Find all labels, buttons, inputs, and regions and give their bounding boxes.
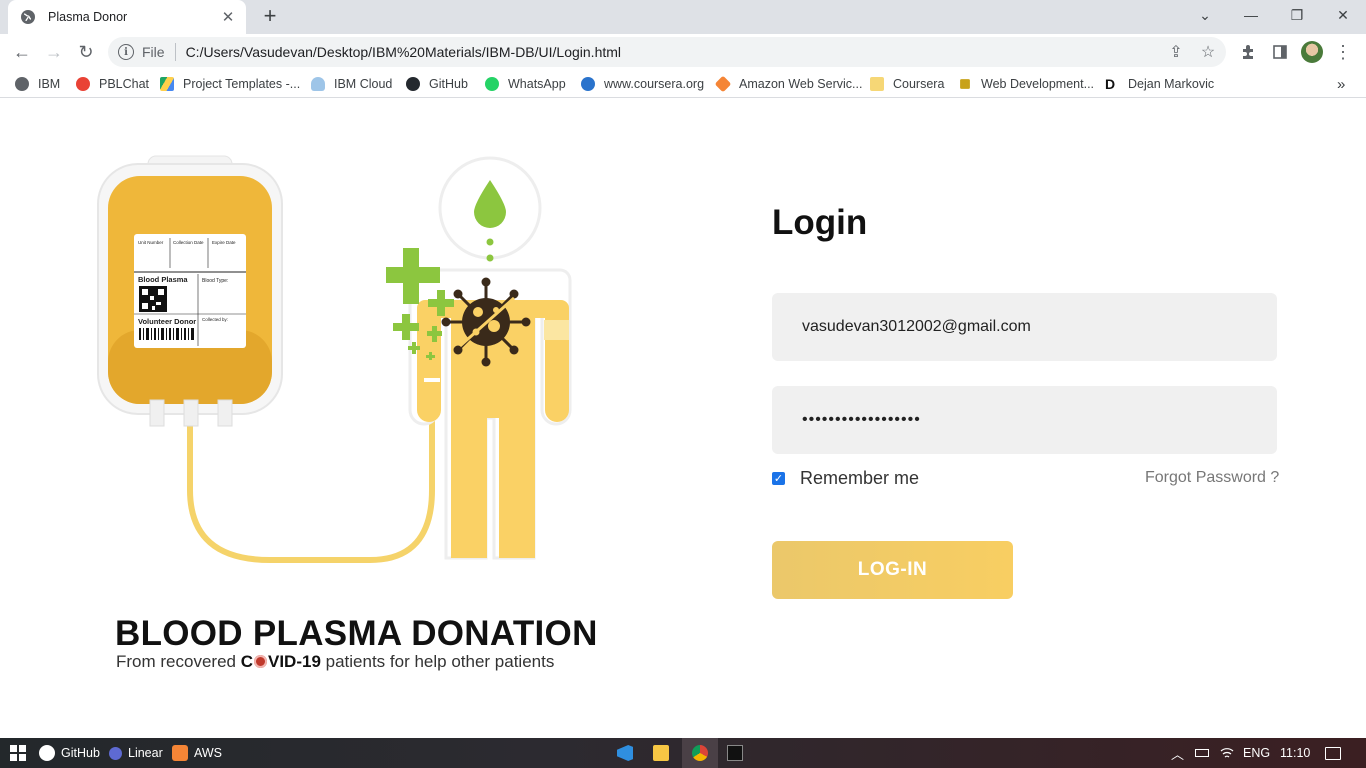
bookmark-ibm-cloud[interactable]: IBM Cloud [311, 75, 392, 93]
start-button[interactable] [10, 738, 26, 768]
profile-avatar[interactable] [1301, 41, 1323, 63]
taskbar-vscode[interactable] [617, 738, 639, 768]
url-text[interactable]: C:/Users/Vasudevan/Desktop/IBM%20Materia… [186, 44, 621, 60]
bookmarks-bar: IBM PBLChat Project Templates -... IBM C… [0, 70, 1366, 98]
bookmark-project-templates[interactable]: Project Templates -... [160, 75, 300, 93]
bookmark-pblchat[interactable]: PBLChat [76, 75, 149, 93]
remember-me-checkbox[interactable]: ✓ [772, 472, 785, 485]
bookmark-github[interactable]: GitHub [406, 75, 468, 93]
new-tab-button[interactable]: + [259, 5, 281, 27]
file-explorer-icon [653, 745, 669, 761]
whatsapp-icon [485, 77, 499, 91]
bookmark-whatsapp[interactable]: WhatsApp [485, 75, 566, 93]
globe-icon [21, 10, 35, 24]
label-volunteer-donor: Volunteer Donor [138, 317, 196, 326]
google-drive-icon [160, 77, 174, 91]
browser-window: { "browser": { "tab_title": "Plasma Dono… [0, 0, 1366, 768]
taskbar-terminal[interactable] [727, 738, 749, 768]
pblchat-icon [76, 77, 90, 91]
tab-search-icon[interactable]: ⌄ [1182, 0, 1228, 30]
password-field[interactable] [772, 386, 1277, 454]
browser-menu-icon[interactable]: ⋮ [1331, 40, 1355, 64]
url-scheme: File [142, 44, 165, 60]
bookmark-web-development[interactable]: Web Development... [958, 75, 1094, 93]
plasma-bag-label: Unit Number Collection Date Expire Date … [134, 234, 246, 348]
virus-o-icon [253, 655, 267, 668]
forward-arrow-icon[interactable]: → [42, 40, 66, 64]
email-field[interactable] [772, 293, 1277, 361]
remember-me-label: Remember me [800, 468, 920, 488]
d-letter-icon: D [1105, 76, 1116, 92]
url-separator [174, 43, 176, 61]
tab-title: Plasma Donor [48, 10, 128, 24]
taskbar-github[interactable]: GitHub [39, 738, 100, 768]
aws-icon [714, 75, 732, 93]
qr-code [139, 286, 167, 312]
chrome-icon [692, 745, 708, 761]
plasma-donation-illustration: Unit Number Collection Date Expire Date … [97, 155, 572, 563]
taskbar-chrome[interactable] [692, 738, 714, 768]
bookmark-coursera-org[interactable]: www.coursera.org [581, 75, 704, 93]
label-collected-by: Collected by: [202, 317, 228, 322]
notifications-icon[interactable] [1325, 738, 1341, 768]
aws-icon [172, 745, 188, 761]
window-close-button[interactable]: ✕ [1320, 0, 1366, 30]
bookmark-aws[interactable]: Amazon Web Servic... [714, 75, 862, 93]
windows-taskbar: GitHub Linear AWS ︿ ENG 11:10 [0, 738, 1366, 768]
side-panel-icon[interactable] [1268, 40, 1292, 64]
wifi-icon[interactable] [1220, 738, 1234, 768]
cloud-icon [311, 77, 325, 91]
reload-icon[interactable]: ↻ [74, 40, 98, 64]
windows-icon [10, 745, 26, 761]
restore-button[interactable]: ❐ [1274, 0, 1320, 30]
address-bar[interactable]: i File C:/Users/Vasudevan/Desktop/IBM%20… [108, 37, 1226, 67]
info-icon[interactable]: i [118, 44, 134, 60]
terminal-icon [727, 745, 743, 761]
web-dev-icon [960, 79, 970, 89]
tab-plasma-donor[interactable]: Plasma Donor ✕ [8, 0, 246, 34]
vscode-icon [617, 745, 633, 761]
taskbar-aws[interactable]: AWS [172, 738, 222, 768]
github-icon [406, 77, 420, 91]
hero-title: BLOOD PLASMA DONATION [115, 614, 598, 653]
language-indicator[interactable]: ENG [1243, 738, 1270, 768]
bookmark-ibm[interactable]: IBM [15, 75, 60, 93]
label-unit-number: Unit Number [138, 240, 164, 245]
hero-subtitle: From recovered C VID-19 patients for help… [116, 652, 555, 671]
label-blood-type: Blood Type: [202, 278, 228, 284]
virus-icon [441, 277, 531, 367]
taskbar-linear[interactable]: Linear [109, 738, 163, 768]
github-icon [39, 745, 55, 761]
extensions-icon[interactable] [1236, 40, 1260, 64]
tray-chevron-icon[interactable]: ︿ [1171, 738, 1184, 768]
forgot-password-link[interactable]: Forgot Password ? [1145, 469, 1279, 487]
login-title: Login [772, 203, 868, 242]
bookmark-star-icon[interactable]: ☆ [1196, 40, 1220, 64]
remember-me[interactable]: ✓ Remember me [772, 468, 919, 489]
coursera-icon [581, 77, 595, 91]
globe-icon [15, 77, 29, 91]
bookmark-dejan-markovic[interactable]: D Dejan Markovic [1105, 75, 1214, 93]
label-collection-date: Collection Date [173, 240, 204, 245]
clock[interactable]: 11:10 [1280, 738, 1310, 768]
label-blood-plasma: Blood Plasma [138, 275, 188, 284]
back-arrow-icon[interactable]: ← [10, 40, 34, 64]
taskbar-file-explorer[interactable] [653, 738, 675, 768]
minimize-button[interactable]: — [1228, 0, 1274, 30]
barcode [139, 328, 194, 340]
browser-toolbar: ← → ↻ i File C:/Users/Vasudevan/Desktop/… [0, 34, 1366, 70]
bookmarks-overflow-icon[interactable]: » [1337, 75, 1345, 93]
tab-close-icon[interactable]: ✕ [220, 8, 236, 26]
share-icon[interactable]: ⇪ [1164, 40, 1188, 64]
battery-icon[interactable] [1195, 738, 1209, 768]
login-button[interactable]: LOG-IN [772, 541, 1013, 599]
folder-icon [870, 77, 884, 91]
bookmark-coursera-folder[interactable]: Coursera [870, 75, 944, 93]
linear-icon [109, 746, 122, 760]
label-expire-date: Expire Date [212, 240, 236, 245]
tab-strip: Plasma Donor ✕ + ⌄ — ❐ ✕ [0, 0, 1366, 34]
